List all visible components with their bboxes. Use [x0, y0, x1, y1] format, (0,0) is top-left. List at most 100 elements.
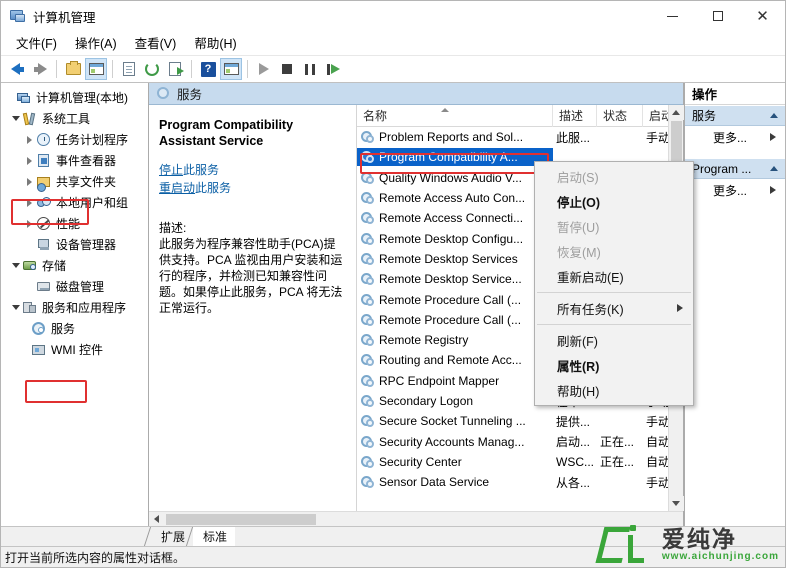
- services-highlight-box: [25, 380, 87, 403]
- tree-item-services-applications[interactable]: 服务和应用程序: [1, 297, 148, 318]
- restart-icon: [326, 63, 340, 75]
- column-header-name[interactable]: 名称: [357, 104, 553, 127]
- minimize-button[interactable]: [650, 1, 695, 32]
- table-row[interactable]: Sensor Data Service 从各... 手动: [357, 472, 683, 492]
- service-name: Remote Desktop Service...: [379, 272, 522, 287]
- pane-header: 服务: [149, 83, 683, 105]
- tree-item-disk-management[interactable]: 磁盘管理: [1, 276, 148, 297]
- column-header-status[interactable]: 状态: [597, 104, 643, 127]
- back-button[interactable]: [6, 58, 28, 80]
- close-button[interactable]: ✕: [740, 1, 785, 32]
- tree-item-system-tools[interactable]: 系统工具: [1, 108, 148, 129]
- scroll-down-button[interactable]: [668, 496, 684, 511]
- service-name: Remote Desktop Configu...: [379, 231, 524, 246]
- pause-icon: [305, 63, 315, 75]
- tree-item-label: 服务和应用程序: [42, 301, 127, 315]
- tree-item-root[interactable]: 计算机管理(本地): [1, 87, 148, 108]
- start-service-button[interactable]: [253, 58, 275, 80]
- actions-group-selected-service[interactable]: Program ...: [685, 158, 785, 179]
- up-one-level-button[interactable]: [62, 58, 84, 80]
- table-row[interactable]: Problem Reports and Sol... 此服... 手动: [357, 127, 683, 147]
- service-name: Problem Reports and Sol...: [379, 130, 524, 145]
- services-apps-icon: [22, 300, 38, 316]
- context-menu-item[interactable]: 所有任务(K): [535, 296, 693, 321]
- arrow-right-icon: [37, 63, 47, 75]
- description-text: 此服务为程序兼容性助手(PCA)提供支持。PCA 监视由用户安装和运行的程序，并…: [159, 237, 343, 315]
- chevron-left-icon: [154, 515, 159, 523]
- actions-more-services[interactable]: 更多...: [685, 126, 785, 149]
- service-name: Secondary Logon: [379, 394, 474, 408]
- chevron-right-icon: [770, 186, 776, 194]
- restart-service-link[interactable]: 重启动此服务: [159, 179, 346, 197]
- disk-icon: [36, 279, 52, 295]
- refresh-button[interactable]: [141, 58, 163, 80]
- tree-item-task-scheduler[interactable]: 任务计划程序: [1, 129, 148, 150]
- properties-button[interactable]: [118, 58, 140, 80]
- service-gear-icon: [361, 191, 375, 205]
- table-row[interactable]: Security Accounts Manag... 启动... 正在... 自动: [357, 431, 683, 451]
- context-menu-item-label: 恢复(M): [557, 246, 601, 260]
- chevron-up-icon: [672, 110, 680, 115]
- menu-action[interactable]: 操作(A): [66, 33, 126, 55]
- tools-icon: [22, 111, 38, 127]
- service-gear-icon: [361, 211, 375, 225]
- cell-name: Routing and Remote Acc...: [357, 351, 553, 369]
- tree-item-local-users-groups[interactable]: 本地用户和组: [1, 192, 148, 213]
- actions-more-selected-service[interactable]: 更多...: [685, 179, 785, 202]
- maximize-button[interactable]: [695, 1, 740, 32]
- table-row[interactable]: Security Center WSC... 正在... 自动: [357, 452, 683, 472]
- show-action-pane-button[interactable]: [220, 58, 242, 80]
- actions-header: 操作: [685, 83, 785, 105]
- tree-item-device-manager[interactable]: 设备管理器: [1, 234, 148, 255]
- context-menu-item-label: 暂停(U): [557, 221, 600, 235]
- service-name: Security Center: [379, 454, 462, 469]
- service-gear-icon: [361, 475, 375, 489]
- stop-service-button[interactable]: [276, 58, 298, 80]
- context-menu-item[interactable]: 帮助(H): [535, 378, 693, 403]
- tree-item-shared-folders[interactable]: 共享文件夹: [1, 171, 148, 192]
- context-menu-item[interactable]: 刷新(F): [535, 328, 693, 353]
- service-gear-icon: [361, 333, 375, 347]
- storage-icon: [22, 258, 38, 274]
- tree-item-label: 性能: [56, 217, 81, 231]
- table-row[interactable]: Secure Socket Tunneling ... 提供... 手动: [357, 411, 683, 431]
- tree-item-event-viewer[interactable]: 事件查看器: [1, 150, 148, 171]
- cell-status: 正在...: [600, 435, 635, 450]
- chevron-right-icon: [770, 133, 776, 141]
- actions-group-services[interactable]: 服务: [685, 105, 785, 126]
- context-menu-item[interactable]: 属性(R): [535, 353, 693, 378]
- show-hide-tree-button[interactable]: [85, 58, 107, 80]
- service-name: Sensor Data Service: [379, 475, 490, 490]
- forward-button[interactable]: [29, 58, 51, 80]
- console-tree: 计算机管理(本地) 系统工具 任务计划程序 事件查看器 共享文件夹 本地用户和组…: [1, 83, 149, 526]
- menu-file[interactable]: 文件(F): [7, 33, 66, 55]
- stop-service-link[interactable]: 停止此服务: [159, 161, 346, 179]
- service-gear-icon: [361, 435, 375, 449]
- list-horizontal-scrollbar[interactable]: [149, 511, 683, 526]
- scroll-left-button[interactable]: [149, 512, 164, 527]
- restart-service-button[interactable]: [322, 58, 344, 80]
- device-manager-icon: [36, 237, 52, 253]
- tree-item-services[interactable]: 服务: [1, 318, 148, 339]
- tree-item-storage[interactable]: 存储: [1, 255, 148, 276]
- context-menu-item[interactable]: 重新启动(E): [535, 264, 693, 289]
- chevron-right-icon: [27, 135, 32, 144]
- menu-view[interactable]: 查看(V): [126, 33, 186, 55]
- export-list-button[interactable]: [164, 58, 186, 80]
- hscrollbar-thumb[interactable]: [166, 513, 316, 525]
- help-button[interactable]: ?: [197, 58, 219, 80]
- window-pane-icon: [88, 63, 104, 75]
- tree-item-wmi-control[interactable]: WMI 控件: [1, 339, 148, 360]
- scroll-up-button[interactable]: [668, 105, 684, 120]
- refresh-icon: [145, 62, 159, 76]
- cell-description: 提供...: [556, 414, 591, 429]
- menu-help[interactable]: 帮助(H): [185, 33, 245, 55]
- pause-service-button[interactable]: [299, 58, 321, 80]
- context-menu-item: 启动(S): [535, 164, 693, 189]
- cell-name: Remote Desktop Services: [357, 250, 553, 268]
- tree-item-performance[interactable]: 性能: [1, 213, 148, 234]
- context-menu-item: 暂停(U): [535, 214, 693, 239]
- column-header-description[interactable]: 描述: [553, 104, 597, 127]
- context-menu-item[interactable]: 停止(O): [535, 189, 693, 214]
- tab-standard[interactable]: 标准: [193, 527, 236, 546]
